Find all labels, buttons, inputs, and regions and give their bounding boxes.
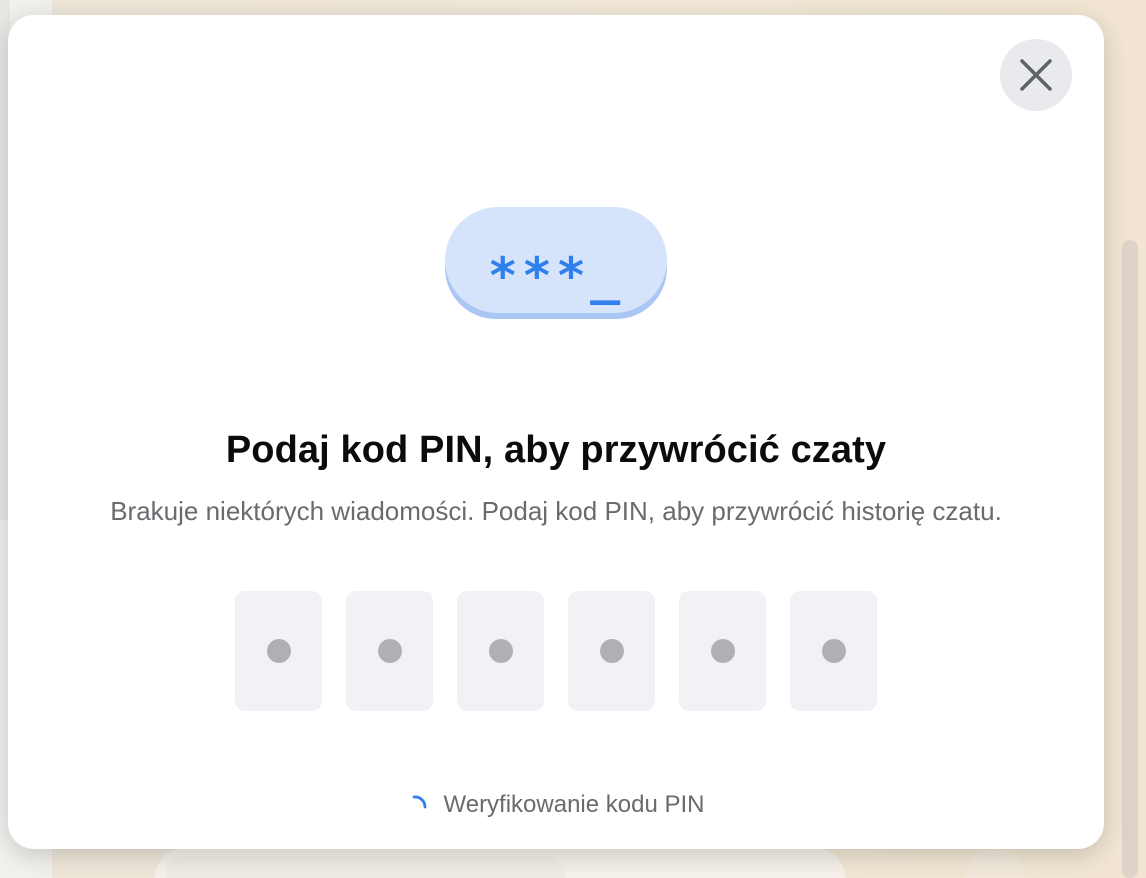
status-text: Weryfikowanie kodu PIN bbox=[443, 791, 705, 818]
pin-digit-field[interactable] bbox=[679, 591, 766, 711]
pin-dot bbox=[710, 639, 735, 663]
pin-dot bbox=[377, 639, 402, 663]
pin-digit-field[interactable] bbox=[235, 591, 322, 711]
pin-illustration-text: ***_ bbox=[488, 247, 624, 305]
pin-dot bbox=[599, 639, 624, 663]
pin-restore-dialog: ***_ Podaj kod PIN, aby przywrócić czaty… bbox=[8, 15, 1104, 849]
verification-status: Weryfikowanie kodu PIN bbox=[8, 791, 1104, 819]
close-button[interactable] bbox=[1000, 39, 1072, 111]
background-composer-input bbox=[165, 856, 565, 878]
dialog-title: Podaj kod PIN, aby przywrócić czaty bbox=[225, 429, 887, 471]
spinner-icon bbox=[412, 795, 426, 809]
pin-dot bbox=[488, 639, 513, 663]
dialog-subtitle: Brakuje niektórych wiadomości. Podaj kod… bbox=[110, 496, 1002, 526]
pin-digit-field[interactable] bbox=[790, 591, 877, 711]
pin-digit-field[interactable] bbox=[346, 591, 433, 711]
background-scrollbar bbox=[1122, 240, 1138, 878]
pin-digit-field[interactable] bbox=[568, 591, 655, 711]
pin-dot bbox=[266, 639, 291, 663]
pin-code-bubble-icon: ***_ bbox=[445, 207, 667, 319]
pin-input-row bbox=[235, 591, 877, 711]
pin-digit-field[interactable] bbox=[457, 591, 544, 711]
pin-dot bbox=[821, 639, 846, 663]
close-icon bbox=[1020, 59, 1052, 91]
